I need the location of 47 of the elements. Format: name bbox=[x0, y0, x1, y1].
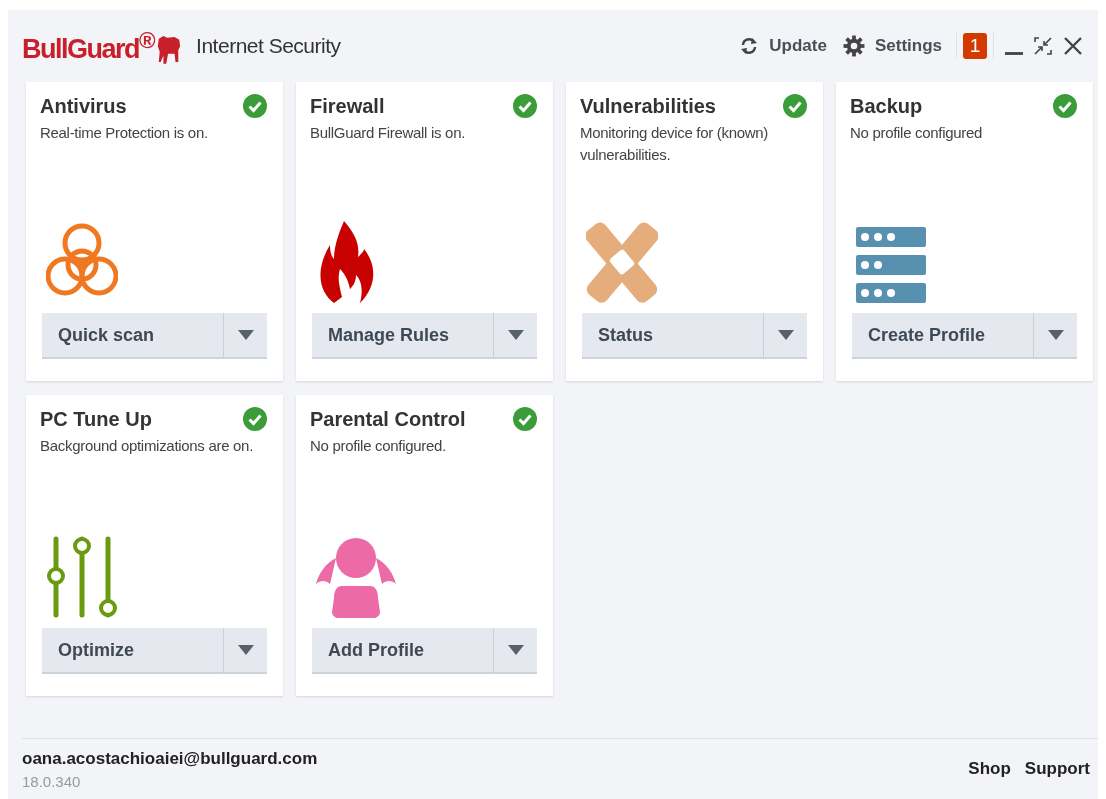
caret-icon bbox=[237, 330, 254, 340]
action-button[interactable]: Create Profile bbox=[852, 313, 1034, 359]
sliders-icon bbox=[46, 536, 118, 618]
dropdown-button[interactable] bbox=[494, 628, 537, 674]
version-number: 18.0.340 bbox=[22, 772, 82, 790]
action-button[interactable]: Optimize bbox=[42, 628, 224, 674]
footer-link[interactable]: Shop bbox=[968, 759, 1011, 779]
product-name: Internet Security bbox=[196, 34, 341, 58]
footer-link[interactable]: Support bbox=[1024, 759, 1090, 779]
card-description: Background optimizations are on. bbox=[40, 436, 255, 456]
card-description: No profile configured bbox=[850, 123, 984, 143]
card-title: Antivirus bbox=[40, 94, 127, 118]
caret-icon bbox=[1047, 330, 1064, 340]
action-button[interactable]: Add Profile bbox=[312, 628, 494, 674]
settings-button[interactable]: Settings bbox=[834, 35, 950, 57]
card-title: PC Tune Up bbox=[40, 407, 152, 431]
caret-icon bbox=[507, 645, 524, 655]
action-button[interactable]: Status bbox=[582, 313, 764, 359]
action-button[interactable]: Manage Rules bbox=[312, 313, 494, 359]
dropdown-button[interactable] bbox=[494, 313, 537, 359]
card-title: Backup bbox=[850, 94, 923, 118]
card-title: Firewall bbox=[310, 94, 385, 118]
action-button[interactable]: Quick scan bbox=[42, 313, 224, 359]
refresh-icon bbox=[739, 36, 760, 56]
card-description: Real-time Protection is on. bbox=[40, 123, 209, 143]
dropdown-button[interactable] bbox=[764, 313, 807, 359]
card-title: Parental Control bbox=[310, 407, 466, 431]
settings-icon bbox=[842, 35, 865, 57]
card-title: Vulnerabilities bbox=[580, 94, 716, 118]
caret-icon bbox=[777, 330, 794, 340]
update-button[interactable]: Update bbox=[731, 36, 835, 56]
card-description: No profile configured. bbox=[310, 436, 447, 456]
restore-icon bbox=[1033, 36, 1053, 56]
card-description: BullGuard Firewall is on. bbox=[310, 123, 467, 143]
notification-badge[interactable]: 1 bbox=[963, 33, 987, 59]
close-icon bbox=[1063, 36, 1083, 56]
card-description: Monitoring device for (known) vulnerabilities. bbox=[580, 123, 770, 165]
server-icon bbox=[856, 227, 928, 303]
child-icon bbox=[316, 536, 396, 618]
caret-icon bbox=[507, 330, 524, 340]
dropdown-button[interactable] bbox=[224, 628, 267, 674]
brand-logo: BullGuard$^{®}$ bbox=[22, 27, 155, 65]
account-email: oana.acostachioaiei@bullguard.com bbox=[22, 748, 318, 769]
dropdown-button[interactable] bbox=[1034, 313, 1077, 359]
caret-icon bbox=[237, 645, 254, 655]
minimize-icon bbox=[1005, 51, 1023, 55]
dropdown-button[interactable] bbox=[224, 313, 267, 359]
